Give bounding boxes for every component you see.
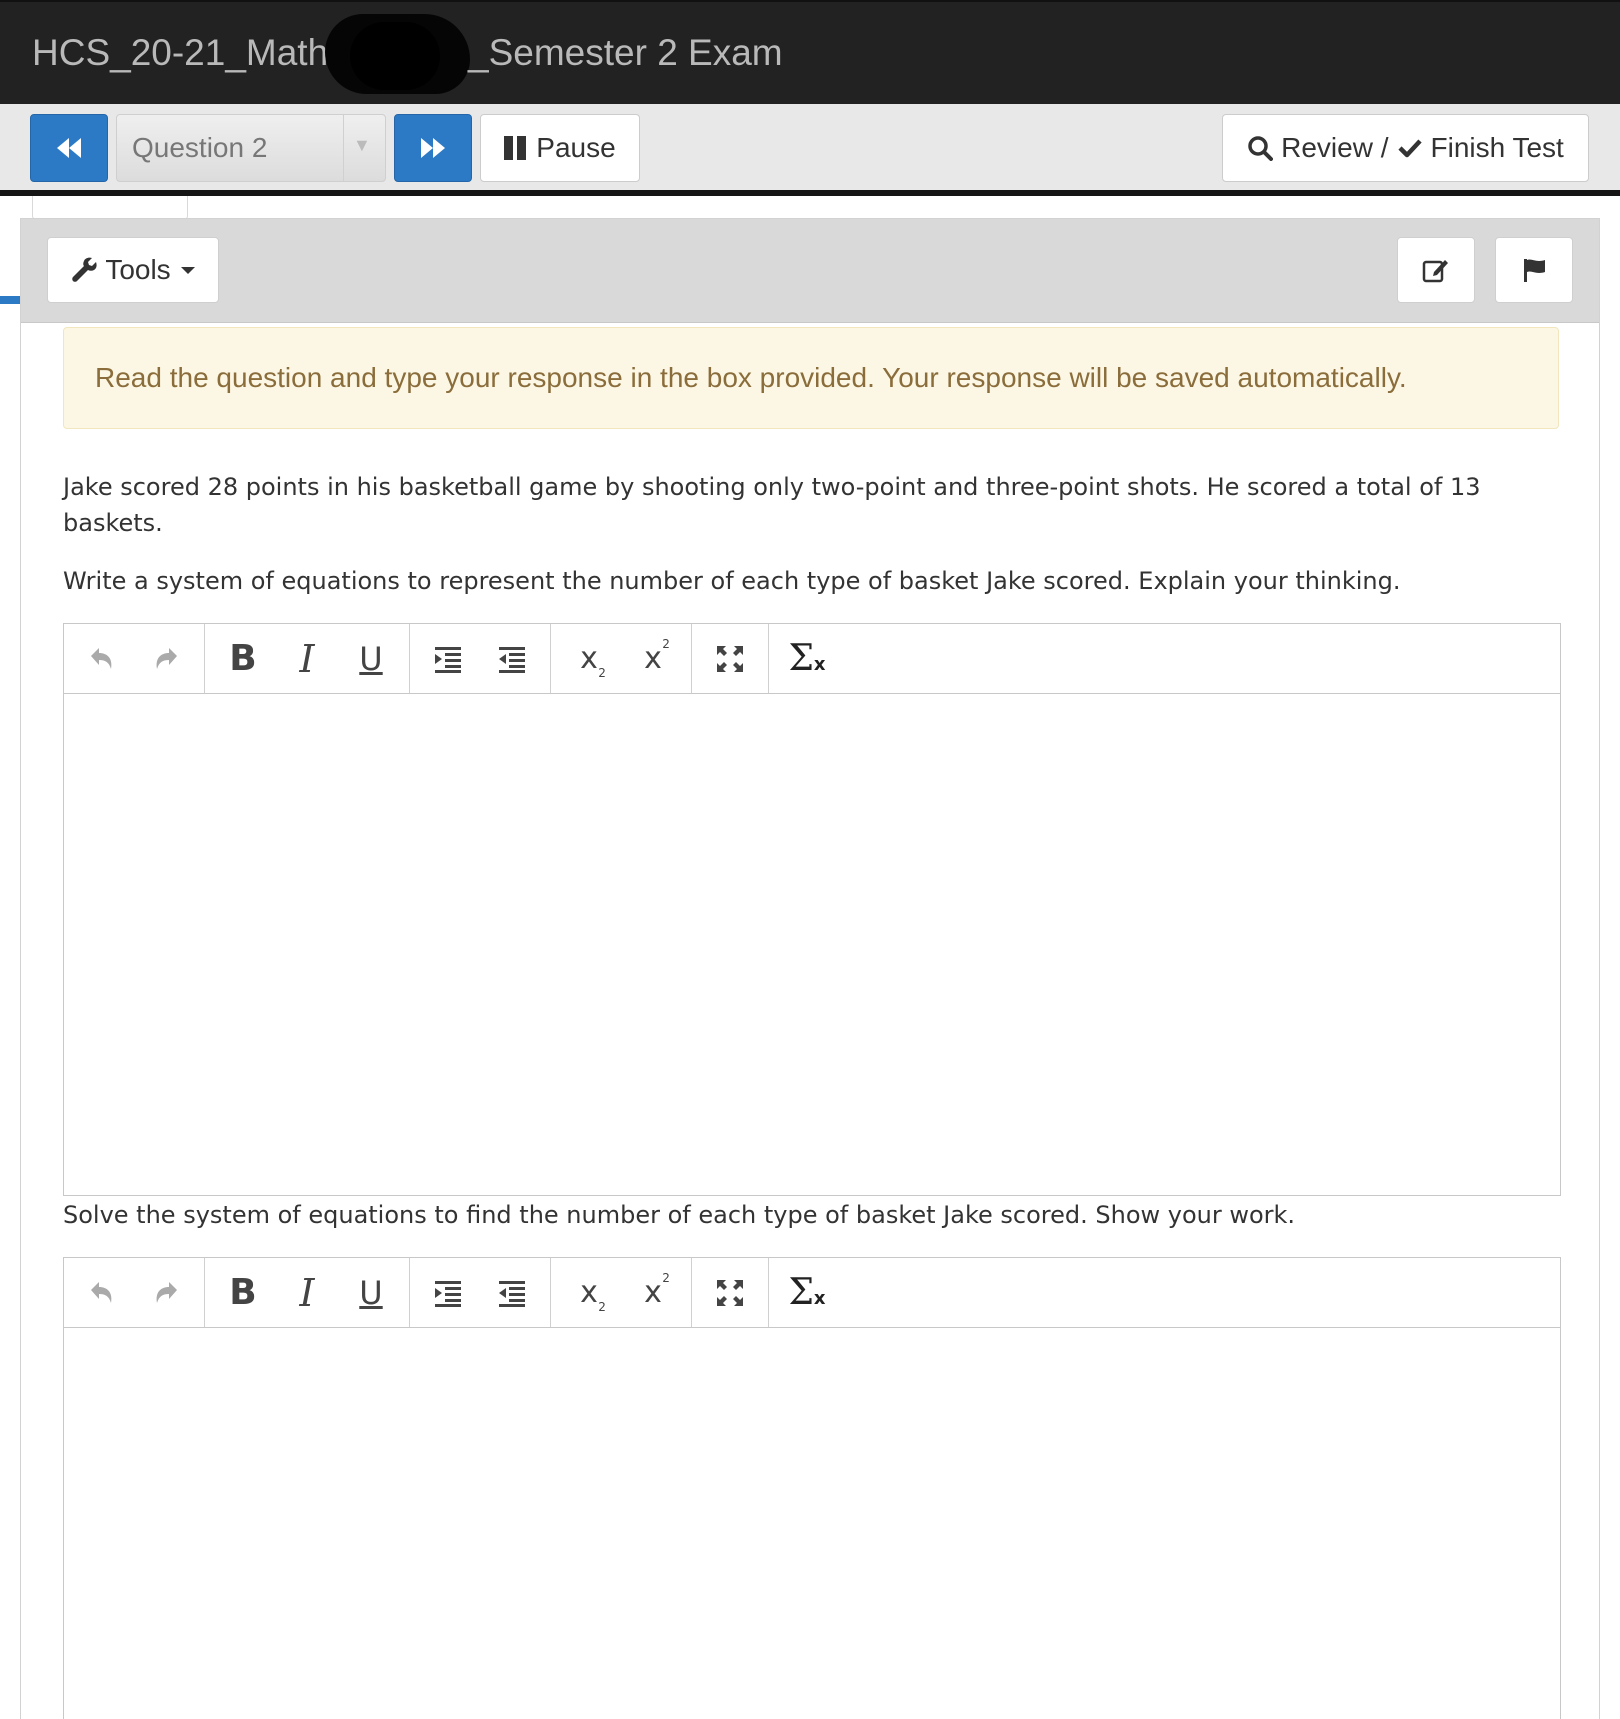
review-finish-button[interactable]: Review / Finish Test	[1222, 114, 1589, 182]
redo-icon	[156, 1281, 177, 1303]
sigma-icon: Σx	[788, 638, 826, 679]
review-label: Review /	[1281, 132, 1389, 163]
next-question-button[interactable]	[394, 114, 472, 182]
script-group: x2 x2	[551, 624, 692, 693]
bold-button[interactable]: B	[211, 1259, 275, 1327]
underline-button[interactable]: U	[339, 1259, 403, 1327]
superscript-icon: x2	[644, 637, 670, 676]
fullscreen-button[interactable]	[698, 1259, 762, 1327]
pause-label: Pause	[536, 132, 616, 163]
title-bar: HCS_20-21_Math _Semester 2 Exam	[0, 0, 1620, 104]
script-group: x2 x2	[551, 1258, 692, 1327]
question-select-value: Question 2	[132, 132, 268, 163]
history-group	[64, 1258, 205, 1327]
expand-icon	[717, 645, 743, 672]
pencil-square-icon	[1422, 260, 1448, 283]
tools-dropdown-button[interactable]: Tools	[47, 237, 219, 303]
indent-group	[410, 624, 551, 693]
indent-button[interactable]	[416, 1259, 480, 1327]
indent-group	[410, 1258, 551, 1327]
indent-icon	[435, 1280, 461, 1307]
math-group: Σx	[769, 1258, 845, 1327]
fullscreen-group	[692, 624, 769, 693]
superscript-button[interactable]: x2	[621, 1259, 685, 1327]
pause-button[interactable]: Pause	[480, 114, 640, 182]
tools-bar: Tools	[21, 219, 1599, 323]
indent-button[interactable]	[416, 625, 480, 693]
expand-icon	[717, 1279, 743, 1306]
bold-button[interactable]: B	[211, 625, 275, 693]
response-editor-2: B I U x2 x2 Σx	[63, 1257, 1561, 1719]
wrench-icon	[72, 257, 97, 282]
fullscreen-button[interactable]	[698, 625, 762, 693]
subscript-icon: x2	[580, 1275, 606, 1314]
superscript-button[interactable]: x2	[621, 625, 685, 693]
math-group: Σx	[769, 624, 845, 693]
undo-icon	[91, 1281, 112, 1303]
progress-mark	[0, 296, 20, 304]
undo-button[interactable]	[70, 625, 134, 693]
tab-stub	[32, 196, 188, 220]
superscript-icon: x2	[644, 1271, 670, 1310]
history-group	[64, 624, 205, 693]
undo-button[interactable]	[70, 1259, 134, 1327]
pause-icon	[504, 136, 527, 160]
flag-icon	[1524, 259, 1545, 282]
fast-backward-icon	[57, 138, 81, 158]
outdent-button[interactable]	[480, 1259, 544, 1327]
flag-question-button[interactable]	[1495, 237, 1573, 303]
select-divider	[343, 115, 344, 181]
italic-button[interactable]: I	[275, 1259, 339, 1327]
outdent-button[interactable]	[480, 625, 544, 693]
format-group: B I U	[205, 1258, 410, 1327]
italic-button[interactable]: I	[275, 625, 339, 693]
question-paragraph-3: Solve the system of equations to find th…	[63, 1201, 1296, 1229]
previous-question-button[interactable]	[30, 114, 108, 182]
exam-title-suffix: _Semester 2 Exam	[468, 32, 783, 73]
finish-label: Finish Test	[1430, 132, 1564, 163]
sigma-icon: Σx	[788, 1272, 826, 1313]
subscript-icon: x2	[580, 641, 606, 680]
tools-label: Tools	[105, 254, 171, 285]
response-editor-1: B I U x2 x2 Σx	[63, 623, 1561, 1196]
editor-toolbar: B I U x2 x2 Σx	[64, 624, 1560, 694]
undo-icon	[91, 647, 112, 669]
equation-button[interactable]: Σx	[775, 1259, 839, 1327]
underline-button[interactable]: U	[339, 625, 403, 693]
indent-icon	[435, 646, 461, 673]
equation-button[interactable]: Σx	[775, 625, 839, 693]
response-text-area-1[interactable]	[64, 694, 1560, 1195]
redacted-mark	[325, 14, 470, 94]
fast-forward-icon	[421, 138, 445, 158]
redo-button[interactable]	[134, 625, 198, 693]
chevron-down-icon: ▼	[353, 135, 371, 155]
caret-down-icon	[180, 266, 195, 274]
question-paragraph-2: Write a system of equations to represent…	[63, 567, 1401, 595]
outdent-icon	[499, 646, 525, 673]
editor-toolbar: B I U x2 x2 Σx	[64, 1258, 1560, 1328]
question-panel: Tools Read the question and type your re…	[20, 218, 1600, 1719]
response-text-area-2[interactable]	[64, 1328, 1560, 1719]
redo-icon	[156, 647, 177, 669]
instruction-alert: Read the question and type your response…	[63, 327, 1559, 429]
subscript-button[interactable]: x2	[557, 1259, 621, 1327]
question-select[interactable]: Question 2 ▼	[116, 114, 386, 182]
notepad-button[interactable]	[1397, 237, 1475, 303]
question-paragraph-1: Jake scored 28 points in his basketball …	[63, 473, 1481, 537]
redo-button[interactable]	[134, 1259, 198, 1327]
outdent-icon	[499, 1280, 525, 1307]
fullscreen-group	[692, 1258, 769, 1327]
navigation-bar: Question 2 ▼ Pause Review / Finish Test	[0, 104, 1620, 196]
search-icon	[1248, 136, 1274, 161]
subscript-button[interactable]: x2	[557, 625, 621, 693]
exam-title-prefix: HCS_20-21_Math	[32, 32, 329, 73]
format-group: B I U	[205, 624, 410, 693]
check-icon	[1397, 139, 1422, 158]
